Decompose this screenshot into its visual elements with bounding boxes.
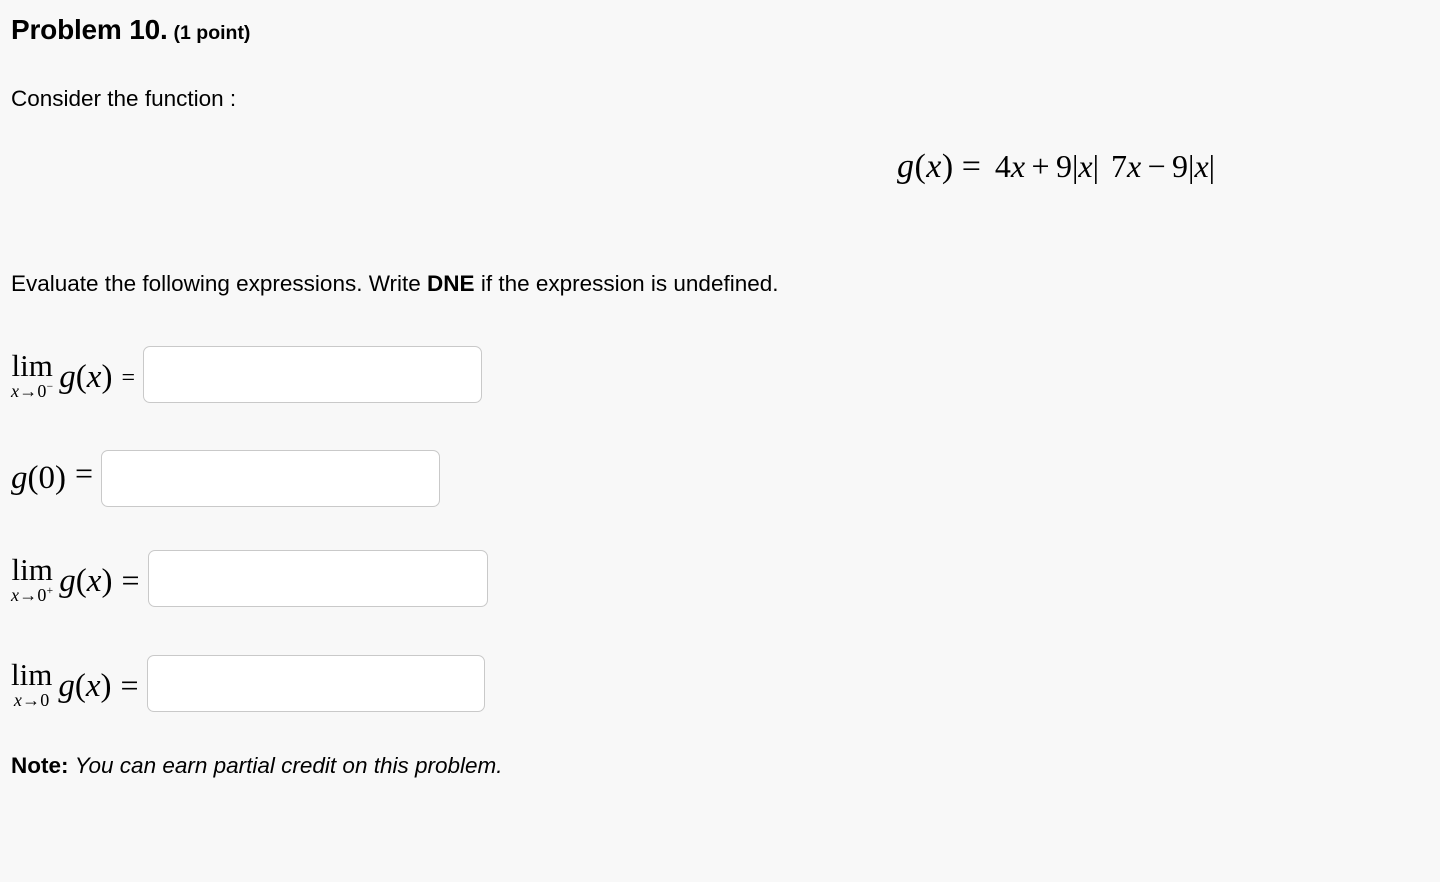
formula-fraction: 4x + 9|x| 7x − 9|x| [991, 150, 1219, 183]
limit-arrow-icon: → [19, 380, 38, 401]
limit-subscript-target: 0 [37, 380, 47, 401]
note-separator: : [61, 753, 69, 778]
denominator-operator: − [1147, 148, 1166, 185]
equals-sign: = [75, 455, 94, 491]
expression-label-limit-left: lim x→0− g(x) = [11, 350, 143, 400]
limit-subscript-side: − [46, 380, 54, 393]
numerator-variable-2: x [1078, 148, 1093, 185]
limit-subscript-side: + [46, 584, 54, 597]
equals-sign: = [121, 364, 135, 391]
expression-row-limit-right: lim x→0+ g(x) = [11, 550, 488, 607]
answer-input-limit-two-sided[interactable] [146, 655, 485, 712]
function-name: g [58, 667, 75, 704]
answer-input-limit-right[interactable] [147, 550, 488, 607]
fraction-numerator: 4x + 9|x| [991, 148, 1103, 187]
paren-close: ) [101, 562, 113, 599]
denominator-abs-bar-close: | [1208, 148, 1216, 185]
limit-arrow-icon: → [19, 584, 38, 605]
instructions-text: Evaluate the following expressions. Writ… [11, 271, 779, 297]
limit-function-expression: g(x) [59, 359, 112, 396]
denominator-variable-2: x [1194, 148, 1209, 185]
limit-subscript-variable: x [13, 689, 23, 710]
function-argument: 0 [38, 460, 56, 496]
formula-function-name: g [896, 148, 915, 185]
limit-subscript-target: 0 [40, 689, 50, 710]
function-argument: x [86, 358, 102, 395]
answer-input-limit-left[interactable] [143, 346, 482, 403]
function-name: g [59, 562, 76, 599]
note-text: Note: You can earn partial credit on thi… [11, 753, 503, 779]
problem-number: Problem 10. [11, 14, 168, 45]
equals-sign: = [121, 561, 140, 598]
formula-equals: = [961, 148, 981, 185]
function-name: g [11, 460, 28, 496]
expression-label-g-at-zero: g(0) = [11, 455, 101, 497]
function-argument: x [86, 562, 102, 599]
paren-close: ) [55, 460, 66, 496]
formula-left-side: g(x) [897, 148, 954, 186]
limit-operator-stack: lim x→0− [11, 350, 53, 400]
paren-close: ) [101, 358, 113, 395]
instructions-dne-keyword: DNE [427, 271, 475, 296]
function-definition: g(x) = 4x + 9|x| 7x − 9|x| [0, 148, 1440, 186]
problem-page: Problem 10. (1 point) Consider the functi… [0, 0, 1440, 882]
limit-subscript: x→0− [11, 380, 54, 401]
denominator-coefficient-1: 7 [1110, 148, 1127, 185]
formula-paren-open: ( [914, 148, 927, 185]
problem-points: (1 point) [173, 22, 251, 44]
expression-label-limit-two-sided: lim x→0 g(x) = [11, 659, 147, 709]
limit-operator: lim [11, 551, 53, 587]
limit-subscript-variable: x [11, 380, 20, 401]
g-at-zero-expression: g(0) [11, 460, 66, 497]
formula-variable: x [926, 148, 942, 185]
paren-close: ) [100, 667, 112, 704]
function-name: g [59, 358, 76, 395]
instructions-prefix: Evaluate the following expressions. Writ… [11, 271, 428, 296]
paren-open: ( [75, 358, 87, 395]
intro-text: Consider the function : [11, 86, 237, 111]
paren-open: ( [27, 460, 39, 496]
answer-input-g-at-zero[interactable] [101, 450, 441, 507]
instructions-suffix: if the expression is undefined. [474, 271, 779, 296]
numerator-coefficient-2: 9 [1055, 148, 1072, 185]
expression-row-limit-left: lim x→0− g(x) = [11, 346, 482, 403]
equals-sign: = [120, 666, 139, 703]
limit-operator: lim [11, 347, 53, 383]
paren-open: ( [75, 562, 87, 599]
limit-operator-stack: lim x→0+ [11, 554, 53, 604]
note-body: You can earn partial credit on this prob… [74, 753, 503, 778]
limit-subscript-variable: x [11, 584, 20, 605]
numerator-operator: + [1031, 148, 1050, 185]
function-argument: x [85, 667, 101, 704]
limit-operator: lim [11, 656, 53, 692]
note-label: Note [11, 753, 61, 778]
numerator-coefficient-1: 4 [994, 148, 1011, 185]
expression-label-limit-right: lim x→0+ g(x) = [11, 554, 148, 604]
limit-function-expression: g(x) [58, 668, 111, 705]
denominator-variable-1: x [1126, 148, 1142, 185]
formula-paren-close: ) [941, 148, 954, 185]
limit-operator-stack: lim x→0 [11, 659, 52, 709]
expression-row-limit-two-sided: lim x→0 g(x) = [11, 655, 485, 712]
page-title: Problem 10. (1 point) [11, 14, 250, 46]
expression-row-g-at-zero: g(0) = [11, 450, 441, 507]
limit-arrow-icon: → [22, 689, 41, 710]
limit-subscript: x→0+ [11, 584, 54, 605]
fraction-denominator: 7x − 9|x| [1107, 144, 1219, 184]
denominator-coefficient-2: 9 [1172, 148, 1189, 185]
limit-function-expression: g(x) [59, 563, 112, 600]
numerator-variable-1: x [1010, 148, 1026, 185]
numerator-abs-bar-close: | [1092, 148, 1099, 185]
paren-open: ( [74, 667, 86, 704]
limit-subscript-target: 0 [37, 584, 47, 605]
limit-subscript: x→0 [14, 691, 50, 709]
